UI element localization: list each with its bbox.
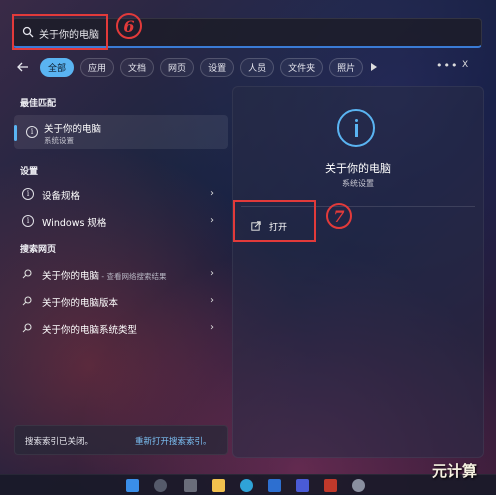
web-result-query: 关于你的电脑 — [42, 271, 100, 282]
web-result-item[interactable]: 关于你的电脑系统类型 › — [14, 318, 226, 338]
search-icon — [22, 323, 32, 333]
store-icon[interactable] — [268, 479, 281, 492]
settings-item-device-specs[interactable]: i 设备规格 › — [14, 184, 226, 204]
chevron-right-icon: › — [210, 215, 214, 226]
close-button[interactable]: X — [462, 60, 468, 70]
task-view-icon[interactable] — [184, 479, 197, 492]
settings-heading: 设置 — [20, 167, 39, 177]
filter-bar: 全部 应用 文档 网页 设置 人员 文件夹 照片 — [16, 57, 378, 77]
filter-chip-apps[interactable]: 应用 — [80, 57, 115, 77]
selection-accent — [14, 125, 17, 141]
best-match-title: 关于你的电脑 — [44, 124, 102, 135]
search-index-notice: 搜索索引已关闭。 重新打开搜索索引。 — [14, 425, 228, 455]
best-match-subtitle: 系统设置 — [44, 136, 74, 145]
info-icon: i — [22, 188, 34, 200]
web-result-item[interactable]: 关于你的电脑版本 › — [14, 291, 226, 311]
web-result-title: 关于你的电脑版本 — [42, 298, 119, 309]
chevron-right-icon: › — [210, 188, 214, 199]
play-more-icon[interactable] — [371, 63, 378, 71]
filter-chip-documents[interactable]: 文档 — [120, 57, 155, 77]
annotation-number-7: 7 — [326, 203, 352, 229]
web-result-suffix: - 查看网络搜索结果 — [99, 272, 167, 281]
search-icon — [22, 296, 32, 306]
mail-app-icon[interactable] — [324, 479, 337, 492]
app-icon[interactable] — [296, 479, 309, 492]
back-arrow-icon[interactable] — [16, 60, 30, 74]
web-search-heading: 搜索网页 — [20, 245, 57, 255]
filter-chip-all[interactable]: 全部 — [40, 57, 75, 77]
settings-item-label: Windows 规格 — [42, 218, 107, 229]
annotation-number-6: 6 — [116, 13, 142, 39]
annotation-box-search — [12, 14, 108, 50]
info-icon-large — [337, 109, 375, 147]
filter-chip-photos[interactable]: 照片 — [329, 57, 364, 77]
filter-chip-people[interactable]: 人员 — [240, 57, 275, 77]
index-status-text: 搜索索引已关闭。 — [25, 437, 94, 447]
chevron-right-icon: › — [210, 295, 214, 306]
filter-chip-folders[interactable]: 文件夹 — [280, 57, 324, 77]
edge-browser-icon[interactable] — [240, 479, 253, 492]
taskbar — [0, 474, 496, 495]
preview-title: 关于你的电脑 — [325, 162, 391, 175]
best-match-heading: 最佳匹配 — [20, 99, 57, 109]
web-result-title: 关于你的电脑 - 查看网络搜索结果 — [42, 268, 167, 282]
info-icon: i — [22, 215, 34, 227]
web-result-title: 关于你的电脑系统类型 — [42, 325, 138, 336]
settings-item-label: 设备规格 — [42, 191, 81, 202]
search-taskbar-icon[interactable] — [154, 479, 167, 492]
preview-pane: 关于你的电脑 系统设置 打开 — [232, 86, 484, 458]
chevron-right-icon: › — [210, 322, 214, 333]
settings-gear-icon[interactable] — [352, 479, 365, 492]
settings-item-windows-specs[interactable]: i Windows 规格 › — [14, 211, 226, 231]
more-options-button[interactable]: ••• — [436, 59, 458, 72]
watermark-logo: 元计算 — [432, 462, 478, 480]
web-result-item[interactable]: 关于你的电脑 - 查看网络搜索结果 › — [14, 264, 226, 284]
annotation-box-open — [233, 200, 316, 242]
info-icon: i — [26, 126, 38, 138]
preview-subtitle: 系统设置 — [342, 179, 374, 188]
chevron-right-icon: › — [210, 268, 214, 279]
filter-chip-web[interactable]: 网页 — [160, 57, 195, 77]
file-explorer-icon[interactable] — [212, 479, 225, 492]
filter-chip-settings[interactable]: 设置 — [200, 57, 235, 77]
search-icon — [22, 269, 32, 279]
best-match-item[interactable]: i 关于你的电脑 系统设置 — [14, 115, 228, 149]
windows-start-icon[interactable] — [126, 479, 139, 492]
reenable-index-link[interactable]: 重新打开搜索索引。 — [135, 435, 212, 447]
